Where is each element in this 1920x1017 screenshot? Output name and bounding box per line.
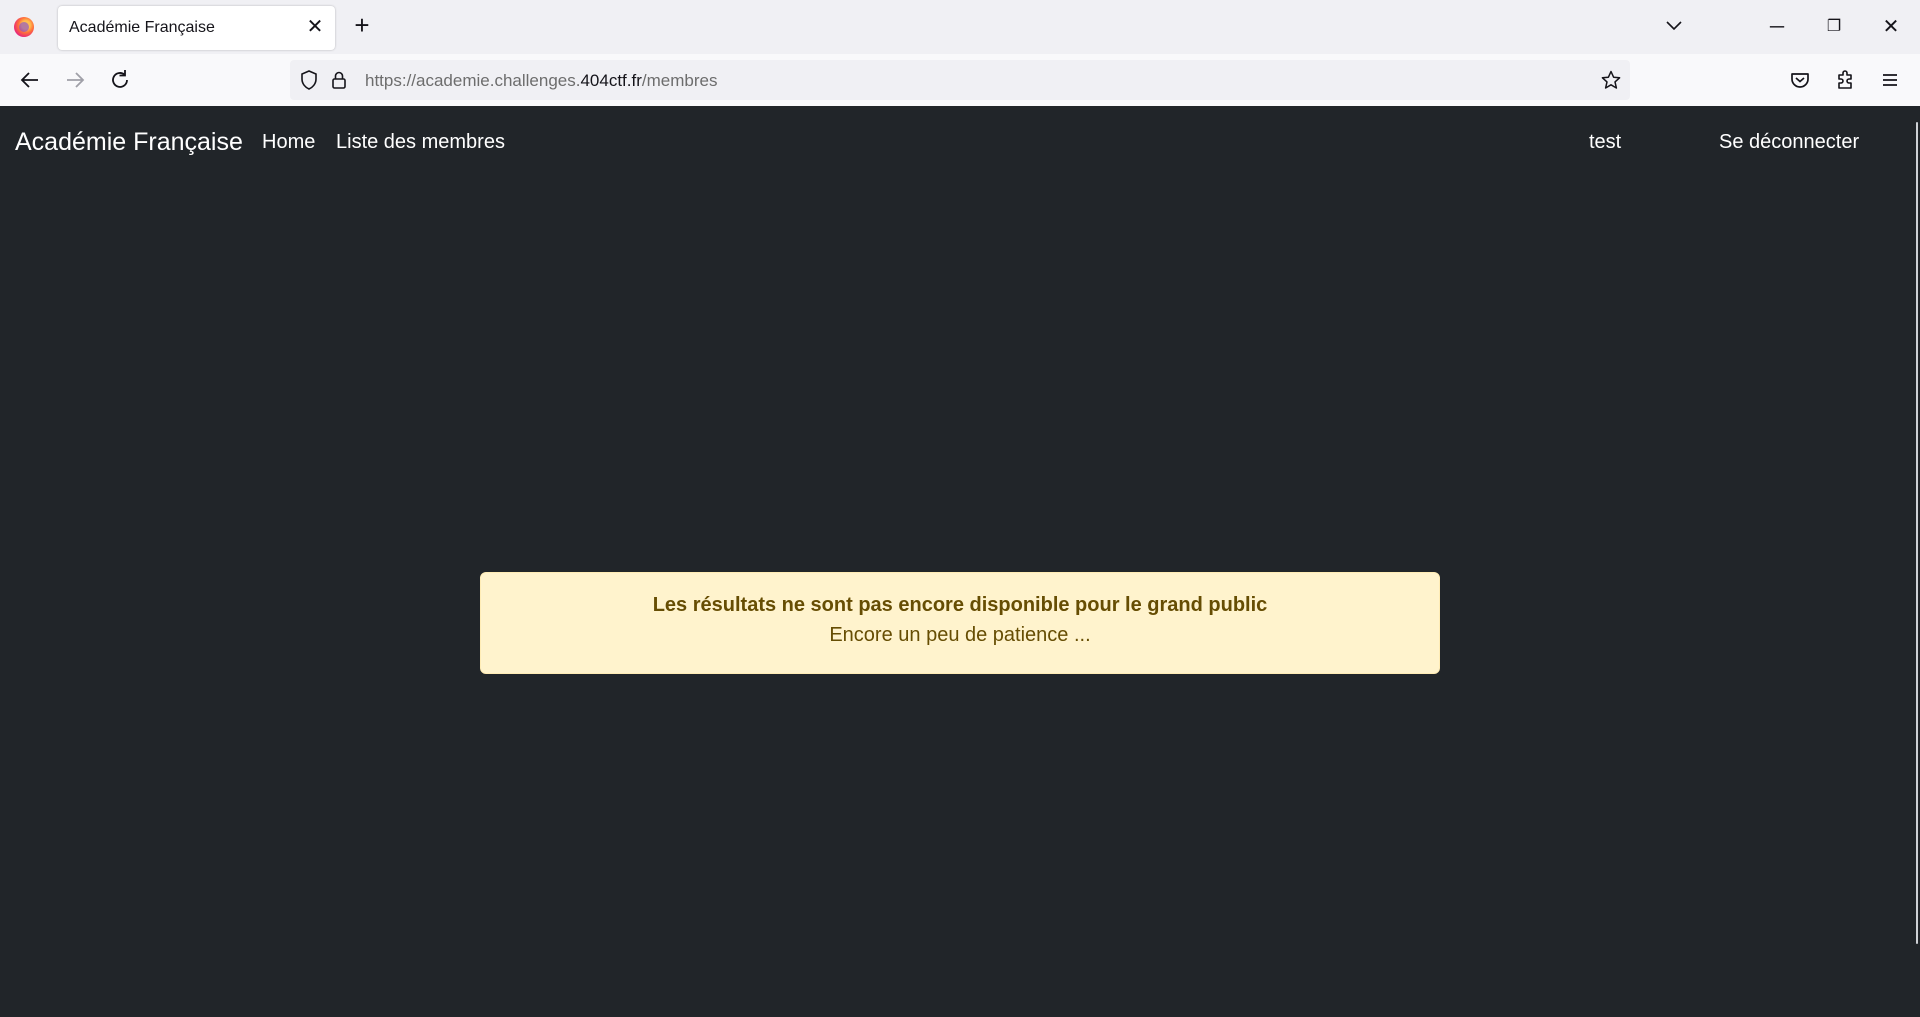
pocket-icon[interactable] [1786,66,1814,94]
lock-icon[interactable] [328,69,350,91]
url-bar[interactable]: https://academie.challenges.404ctf.fr/me… [290,60,1630,100]
site-brand[interactable]: Académie Française [15,128,243,157]
minimize-button[interactable]: ─ [1762,12,1792,42]
results-alert: Les résultats ne sont pas encore disponi… [480,572,1440,674]
nav-home-link[interactable]: Home [262,131,315,154]
nav-members-link[interactable]: Liste des membres [336,131,505,154]
url-host: 404ctf.fr [580,71,642,90]
tab-list-chevron-icon[interactable] [1662,14,1686,38]
tab-title: Académie Française [69,19,215,36]
extensions-icon[interactable] [1831,66,1859,94]
url-prefix: https://academie.challenges. [365,71,581,90]
shield-icon[interactable] [298,69,320,91]
browser-tab-strip: Académie Française ✕ + ─ ❐ ✕ [0,0,1920,54]
browser-tab[interactable]: Académie Française ✕ [58,6,335,50]
menu-icon[interactable] [1876,66,1904,94]
firefox-logo-icon [14,17,34,37]
browser-toolbar: https://academie.challenges.404ctf.fr/me… [0,54,1920,107]
page-scrollbar[interactable] [1916,122,1918,944]
user-name-link[interactable]: test [1589,131,1621,154]
url-path: /membres [641,71,718,90]
reload-icon[interactable] [106,66,134,94]
restore-button[interactable]: ❐ [1819,12,1849,42]
logout-link[interactable]: Se déconnecter [1719,131,1859,154]
back-arrow-icon[interactable] [16,66,44,94]
forward-arrow-icon[interactable] [61,66,89,94]
url-text[interactable]: https://academie.challenges.404ctf.fr/me… [365,71,717,91]
close-window-button[interactable]: ✕ [1876,12,1906,42]
alert-title: Les résultats ne sont pas encore disponi… [652,594,1268,616]
page-content: Académie Française Home Liste des membre… [0,106,1920,1017]
new-tab-button[interactable]: + [350,12,374,38]
tab-close-icon[interactable]: ✕ [305,17,325,37]
alert-message: Encore un peu de patience ... [829,624,1091,646]
star-icon[interactable] [1600,69,1622,91]
